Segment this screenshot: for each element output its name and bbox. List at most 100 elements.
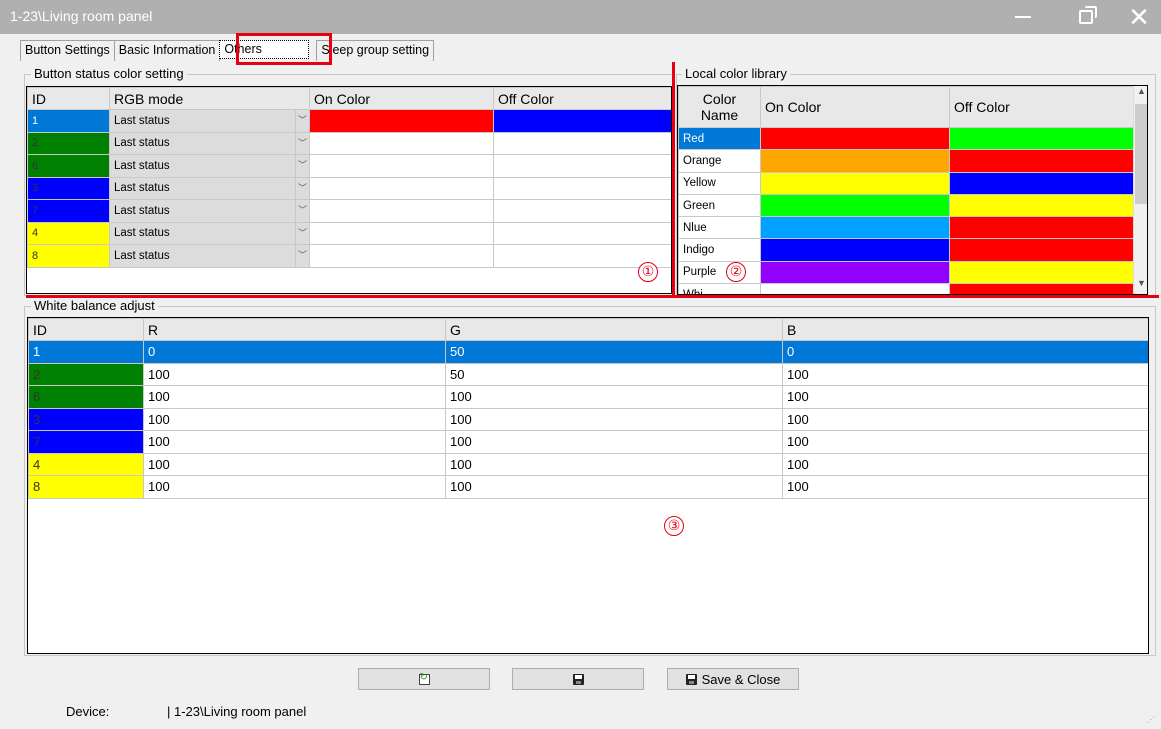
g-cell[interactable]: 100 <box>445 475 783 499</box>
off-color-cell[interactable] <box>949 149 1134 173</box>
table-row[interactable]: Orange <box>678 149 1134 173</box>
table-row[interactable]: Nlue <box>678 216 1134 240</box>
id-cell[interactable]: 3 <box>28 407 144 431</box>
col-header-rgb-mode[interactable]: RGB mode <box>109 87 310 110</box>
id-cell[interactable]: 1 <box>28 340 144 364</box>
close-icon[interactable]: ✕ <box>1119 0 1159 34</box>
off-color-cell[interactable] <box>493 176 671 200</box>
table-row[interactable]: Yellow <box>678 171 1134 195</box>
r-cell[interactable]: 100 <box>143 452 446 476</box>
col-header-on-color[interactable]: On Color <box>309 87 494 110</box>
col-header-off-color[interactable]: Off Color <box>949 86 1134 128</box>
tab-basic-information[interactable]: Basic Information <box>113 40 221 61</box>
r-cell[interactable]: 100 <box>143 475 446 499</box>
table-row[interactable]: 3 Last status ﹀ <box>27 176 671 200</box>
off-color-cell[interactable] <box>493 199 671 223</box>
on-color-cell[interactable] <box>760 193 950 218</box>
id-cell[interactable]: 2 <box>27 131 110 155</box>
id-cell[interactable]: 4 <box>27 221 110 245</box>
color-library-scrollbar[interactable]: ▲ ▼ <box>1133 86 1147 294</box>
col-header-r[interactable]: R <box>143 318 446 341</box>
restore-icon[interactable] <box>1066 0 1106 34</box>
g-cell[interactable]: 100 <box>445 407 783 431</box>
off-color-cell[interactable] <box>949 283 1134 294</box>
off-color-cell[interactable] <box>949 126 1134 151</box>
on-color-cell[interactable] <box>760 283 950 294</box>
on-color-cell[interactable] <box>760 238 950 262</box>
b-cell[interactable]: 100 <box>782 385 1148 409</box>
minimize-icon[interactable] <box>1003 0 1043 34</box>
on-color-cell[interactable] <box>309 154 494 178</box>
color-name-cell[interactable]: Green <box>678 193 761 218</box>
b-cell[interactable]: 100 <box>782 362 1148 386</box>
chevron-down-icon[interactable]: ﹀ <box>295 132 309 154</box>
save-and-close-button[interactable]: Save & Close <box>667 668 799 690</box>
r-cell[interactable]: 100 <box>143 385 446 409</box>
chevron-down-icon[interactable]: ﹀ <box>295 155 309 177</box>
rgb-mode-select[interactable]: Last status ﹀ <box>109 176 310 200</box>
b-cell[interactable]: 100 <box>782 475 1148 499</box>
table-row[interactable]: 4 Last status ﹀ <box>27 221 671 245</box>
on-color-cell[interactable] <box>760 149 950 173</box>
table-row[interactable]: 1 0 50 0 <box>28 340 1148 364</box>
off-color-cell[interactable] <box>949 193 1134 218</box>
b-cell[interactable]: 100 <box>782 407 1148 431</box>
table-row[interactable]: 8 100 100 100 <box>28 475 1148 499</box>
col-header-id[interactable]: ID <box>27 87 110 110</box>
r-cell[interactable]: 100 <box>143 362 446 386</box>
chevron-down-icon[interactable]: ﹀ <box>295 110 309 132</box>
table-row[interactable]: 2 100 50 100 <box>28 362 1148 386</box>
id-cell[interactable]: 7 <box>27 199 110 223</box>
table-row[interactable]: 4 100 100 100 <box>28 452 1148 476</box>
col-header-off-color[interactable]: Off Color <box>493 87 671 110</box>
table-row[interactable]: Indigo <box>678 238 1134 262</box>
table-row[interactable]: 7 100 100 100 <box>28 430 1148 454</box>
chevron-down-icon[interactable]: ﹀ <box>295 177 309 199</box>
scroll-thumb[interactable] <box>1135 104 1147 204</box>
g-cell[interactable]: 100 <box>445 430 783 454</box>
scroll-up-icon[interactable]: ▲ <box>1134 86 1147 102</box>
off-color-cell[interactable] <box>949 216 1134 240</box>
col-header-on-color[interactable]: On Color <box>760 86 950 128</box>
id-cell[interactable]: 2 <box>28 362 144 386</box>
r-cell[interactable]: 100 <box>143 430 446 454</box>
rgb-mode-select[interactable]: Last status ﹀ <box>109 221 310 245</box>
table-row[interactable]: Purple <box>678 260 1134 285</box>
refresh-button[interactable] <box>358 668 490 690</box>
id-cell[interactable]: 8 <box>28 475 144 499</box>
tab-sleep-group-setting[interactable]: Sleep group setting <box>316 40 435 61</box>
id-cell[interactable]: 7 <box>28 430 144 454</box>
off-color-cell[interactable] <box>493 154 671 178</box>
id-cell[interactable]: 6 <box>28 385 144 409</box>
off-color-cell[interactable] <box>493 109 671 133</box>
table-row[interactable]: Red <box>678 126 1134 151</box>
g-cell[interactable]: 50 <box>445 340 783 364</box>
on-color-cell[interactable] <box>760 126 950 151</box>
id-cell[interactable]: 4 <box>28 452 144 476</box>
rgb-mode-select[interactable]: Last status ﹀ <box>109 109 310 133</box>
color-name-cell[interactable]: Whi <box>678 283 761 294</box>
g-cell[interactable]: 100 <box>445 385 783 409</box>
off-color-cell[interactable] <box>949 238 1134 262</box>
color-name-cell[interactable]: Yellow <box>678 171 761 195</box>
table-row[interactable]: 6 100 100 100 <box>28 385 1148 409</box>
chevron-down-icon[interactable]: ﹀ <box>295 245 309 267</box>
table-row[interactable]: 3 100 100 100 <box>28 407 1148 431</box>
on-color-cell[interactable] <box>309 244 494 268</box>
on-color-cell[interactable] <box>760 260 950 285</box>
on-color-cell[interactable] <box>309 199 494 223</box>
color-name-cell[interactable]: Red <box>678 126 761 151</box>
off-color-cell[interactable] <box>949 171 1134 195</box>
r-cell[interactable]: 100 <box>143 407 446 431</box>
color-name-cell[interactable]: Orange <box>678 149 761 173</box>
off-color-cell[interactable] <box>493 221 671 245</box>
g-cell[interactable]: 100 <box>445 452 783 476</box>
table-row[interactable]: 8 Last status ﹀ <box>27 244 671 268</box>
on-color-cell[interactable] <box>309 131 494 155</box>
col-header-g[interactable]: G <box>445 318 783 341</box>
col-header-id[interactable]: ID <box>28 318 144 341</box>
off-color-cell[interactable] <box>949 260 1134 285</box>
tab-button-settings[interactable]: Button Settings <box>20 40 115 61</box>
table-row[interactable]: 1 Last status ﹀ <box>27 109 671 133</box>
table-row[interactable]: 2 Last status ﹀ <box>27 131 671 155</box>
